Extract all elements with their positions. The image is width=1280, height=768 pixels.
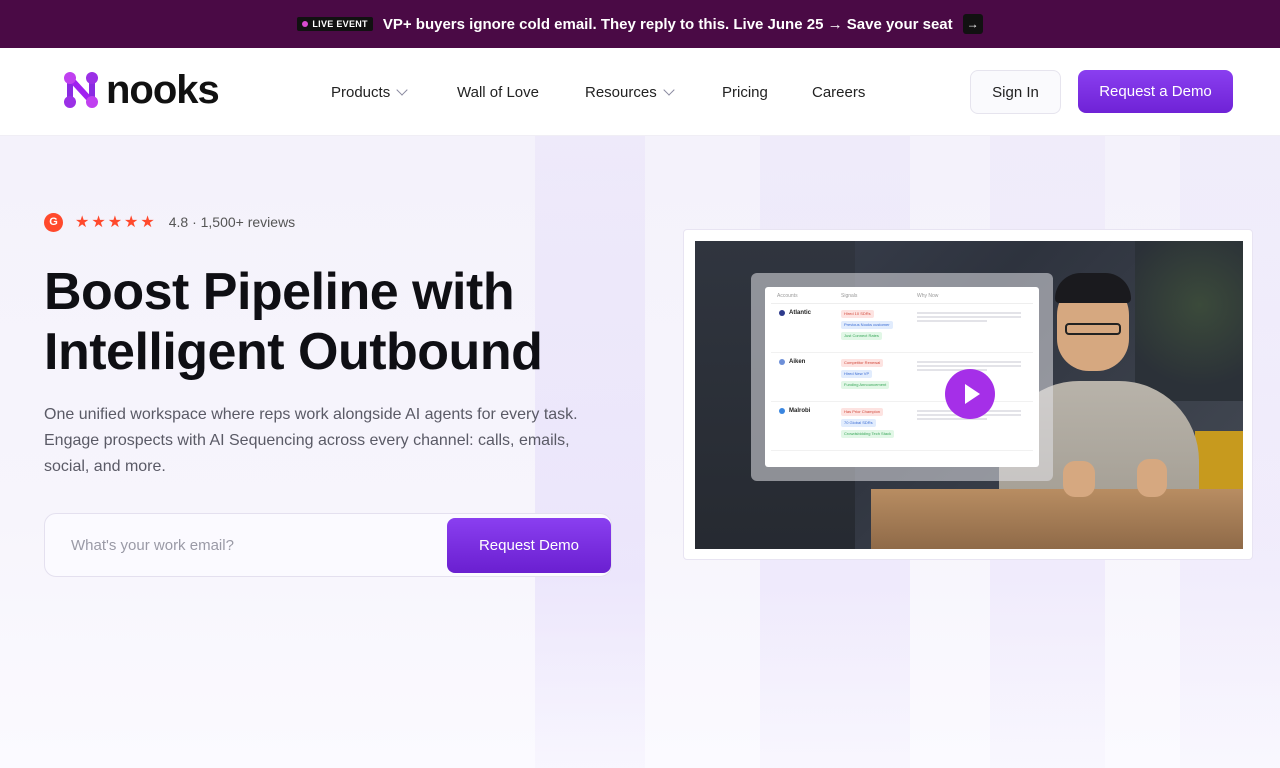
col-header: Accounts — [777, 293, 798, 299]
g2-logo-icon: G — [44, 212, 63, 232]
account-name: Aiken — [771, 359, 841, 365]
nav-label: Resources — [585, 83, 657, 101]
video-person-hair — [1055, 273, 1131, 303]
headline-line-1: Boost Pipeline with — [44, 263, 515, 321]
signal-tag: Hired 10 SDRs — [841, 310, 874, 318]
video-ui-screen: Accounts Signals Why Now Atlantic Hired … — [751, 273, 1053, 481]
signal-tag: Competitor Renewal — [841, 359, 884, 367]
sign-in-button[interactable]: Sign In — [970, 70, 1061, 114]
signal-tag: Crowdsbidding Tech Stack — [841, 430, 895, 438]
signal-tag: Funding Announcement — [841, 381, 890, 389]
col-header: Signals — [841, 293, 858, 299]
signal-tag: Hired New VP — [841, 370, 873, 378]
nav-item-resources[interactable]: Resources — [585, 84, 722, 101]
chevron-down-icon — [396, 84, 408, 96]
video-table — [871, 489, 1243, 549]
nav-label: Careers — [812, 83, 866, 101]
hero-subtext: One unified workspace where reps work al… — [44, 406, 578, 475]
col-header: Why Now — [917, 293, 939, 299]
chevron-down-icon — [663, 84, 675, 96]
account-label: Atlantic — [789, 310, 812, 316]
nooks-logo[interactable]: nooks — [62, 68, 220, 112]
video-person-hand — [1063, 461, 1095, 497]
nav-item-products[interactable]: Products — [331, 84, 457, 101]
announcement-bar[interactable]: LIVE EVENT VP+ buyers ignore cold email.… — [0, 0, 1280, 48]
video-frame: Accounts Signals Why Now Atlantic Hired … — [683, 229, 1253, 560]
account-avatar-icon — [779, 310, 785, 316]
logo-wordmark: nooks — [106, 68, 220, 112]
arrow-right-icon[interactable]: → — [962, 14, 983, 34]
hero-section: G ★★★★★ 4.8 · 1,500+ reviews Boost Pipel… — [0, 136, 1280, 768]
nav-links: Products Wall of Love Resources Pricing … — [331, 48, 892, 136]
request-a-demo-button[interactable]: Request a Demo — [1078, 70, 1233, 113]
rating-text: 4.8 · 1,500+ reviews — [168, 214, 296, 230]
top-nav: nooks Products Wall of Love Resources Pr… — [0, 48, 1280, 136]
nav-item-wall-of-love[interactable]: Wall of Love — [457, 84, 585, 101]
request-demo-button[interactable]: Request Demo — [447, 518, 611, 573]
play-icon — [964, 384, 980, 404]
live-badge-label: LIVE EVENT — [312, 19, 368, 29]
account-label: Aiken — [789, 359, 806, 365]
nav-item-careers[interactable]: Careers — [812, 84, 892, 101]
headline-line-2: Intelligent Outbound — [44, 323, 543, 381]
signal-tags: Competitor Renewal Hired New VP Funding … — [841, 359, 917, 389]
account-name: Malrobi — [771, 408, 841, 414]
accounts-table-header: Accounts Signals Why Now — [771, 293, 1033, 304]
table-row: Malrobi Has Prior Champion 70 Global SDR… — [771, 402, 1033, 451]
nav-label: Products — [331, 83, 391, 101]
signal-tag: Previous Nooks customer — [841, 321, 893, 329]
account-name: Atlantic — [771, 310, 841, 316]
nooks-logo-icon — [64, 72, 98, 108]
signal-tag: Just Connect Rates — [841, 332, 882, 340]
signal-tag: Has Prior Champion — [841, 408, 884, 416]
video-person-hand — [1137, 459, 1167, 497]
video-plant — [1135, 241, 1243, 401]
account-avatar-icon — [779, 359, 785, 365]
why-now-text — [917, 310, 1033, 322]
video-person-glasses — [1065, 323, 1121, 335]
email-signup-form: Request Demo — [44, 513, 612, 577]
signal-tags: Has Prior Champion 70 Global SDRs Crowds… — [841, 408, 917, 438]
star-rating-icon: ★★★★★ — [75, 214, 157, 231]
table-row: Atlantic Hired 10 SDRs Previous Nooks cu… — [771, 304, 1033, 353]
signal-tags: Hired 10 SDRs Previous Nooks customer Ju… — [841, 310, 917, 340]
accounts-table: Accounts Signals Why Now Atlantic Hired … — [765, 287, 1039, 467]
signal-tag: 70 Global SDRs — [841, 419, 876, 427]
product-video[interactable]: Accounts Signals Why Now Atlantic Hired … — [695, 241, 1243, 549]
work-email-input[interactable] — [59, 522, 439, 568]
account-avatar-icon — [779, 408, 785, 414]
nav-label: Wall of Love — [457, 83, 539, 101]
account-label: Malrobi — [789, 408, 811, 414]
nav-item-pricing[interactable]: Pricing — [722, 84, 812, 101]
hero-headline: Boost Pipeline with Intelligent Outbound — [44, 262, 644, 382]
nav-label: Pricing — [722, 83, 768, 101]
announcement-text[interactable]: VP+ buyers ignore cold email. They reply… — [383, 16, 953, 33]
g2-rating: G ★★★★★ 4.8 · 1,500+ reviews — [44, 212, 295, 232]
play-button[interactable] — [945, 369, 995, 419]
live-dot-icon — [302, 21, 309, 27]
live-event-badge: LIVE EVENT — [297, 17, 373, 31]
